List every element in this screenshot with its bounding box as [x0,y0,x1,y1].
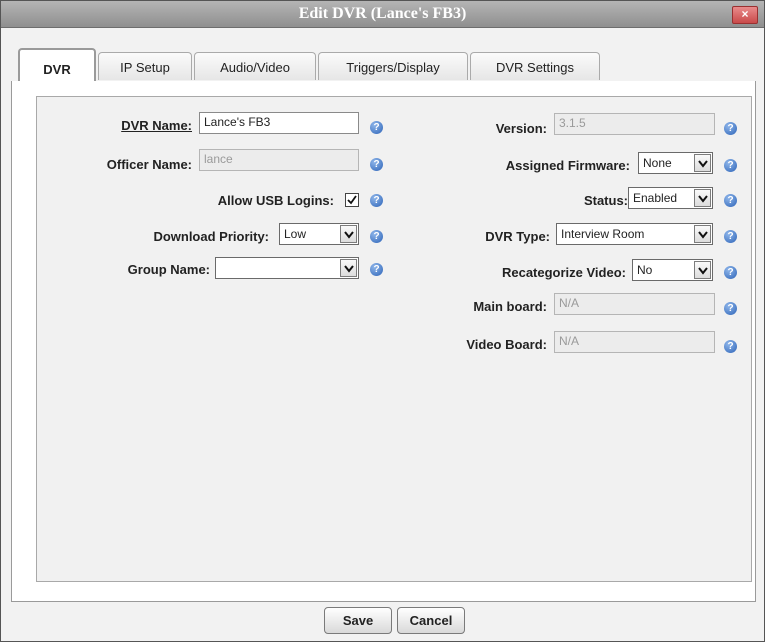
help-icon[interactable]: ? [724,194,737,207]
help-icon[interactable]: ? [370,263,383,276]
help-icon[interactable]: ? [724,266,737,279]
tab-label: IP Setup [120,60,170,75]
tab-label: Triggers/Display [346,60,440,75]
recategorize-video-label: Recategorize Video: [501,265,626,280]
dvr-name-field[interactable]: Lance's FB3 [199,112,359,134]
tab-label: DVR [43,62,71,77]
close-button[interactable]: × [732,6,758,24]
selected-value: Enabled [633,191,678,205]
tab-label: Audio/Video [220,60,290,75]
chevron-down-icon [698,267,708,275]
version-field: 3.1.5 [554,113,715,135]
tab-dvr[interactable]: DVR [18,48,96,83]
main-board-label: Main board: [473,299,547,314]
dropdown-button[interactable] [694,189,711,207]
download-priority-label: Download Priority: [153,229,269,244]
selected-value: Interview Room [561,227,645,241]
video-board-label: Video Board: [466,337,547,352]
officer-name-label: Officer Name: [106,157,192,172]
group-name-select[interactable] [215,257,359,279]
cancel-button[interactable]: Cancel [397,607,465,634]
tab-ip-setup[interactable]: IP Setup [98,52,192,80]
title-bar[interactable]: Edit DVR (Lance's FB3) × [1,1,764,28]
help-icon[interactable]: ? [370,158,383,171]
version-label: Version: [495,121,547,136]
help-icon[interactable]: ? [370,121,383,134]
dvr-name-label: DVR Name: [121,118,192,133]
tab-triggers-display[interactable]: Triggers/Display [318,52,468,80]
tab-dvr-settings[interactable]: DVR Settings [470,52,600,80]
chevron-down-icon [344,265,354,273]
selected-value: Low [284,227,307,241]
help-icon[interactable]: ? [724,122,737,135]
assigned-firmware-label: Assigned Firmware: [505,158,630,173]
chevron-down-icon [698,195,708,203]
tab-label: DVR Settings [495,60,575,75]
tab-audio-video[interactable]: Audio/Video [194,52,316,80]
allow-usb-logins-checkbox[interactable] [345,193,359,207]
group-name-label: Group Name: [127,262,210,277]
dropdown-button[interactable] [340,225,357,243]
selected-value: No [637,263,653,277]
help-icon[interactable]: ? [724,340,737,353]
video-board-field: N/A [554,331,715,353]
help-icon[interactable]: ? [724,230,737,243]
checkmark-icon [347,195,357,205]
status-select[interactable]: Enabled [628,187,713,209]
dropdown-button[interactable] [340,259,357,277]
assigned-firmware-select[interactable]: None [638,152,713,174]
help-icon[interactable]: ? [724,302,737,315]
dvr-type-label: DVR Type: [485,229,550,244]
allow-usb-logins-label: Allow USB Logins: [217,193,334,208]
dropdown-button[interactable] [694,261,711,279]
dvr-type-select[interactable]: Interview Room [556,223,713,245]
chevron-down-icon [698,160,708,168]
edit-dvr-dialog: Edit DVR (Lance's FB3) × DVR IP Setup Au… [0,0,765,642]
dropdown-button[interactable] [694,154,711,172]
main-board-field: N/A [554,293,715,315]
close-icon: × [741,7,749,21]
download-priority-select[interactable]: Low [279,223,359,245]
officer-name-field: lance [199,149,359,171]
dropdown-button[interactable] [694,225,711,243]
help-icon[interactable]: ? [370,194,383,207]
help-icon[interactable]: ? [370,230,383,243]
save-button[interactable]: Save [324,607,392,634]
dialog-title: Edit DVR (Lance's FB3) [298,5,467,22]
selected-value: None [643,156,672,170]
chevron-down-icon [344,231,354,239]
help-icon[interactable]: ? [724,159,737,172]
status-label: Status: [583,193,628,208]
recategorize-video-select[interactable]: No [632,259,713,281]
chevron-down-icon [698,231,708,239]
